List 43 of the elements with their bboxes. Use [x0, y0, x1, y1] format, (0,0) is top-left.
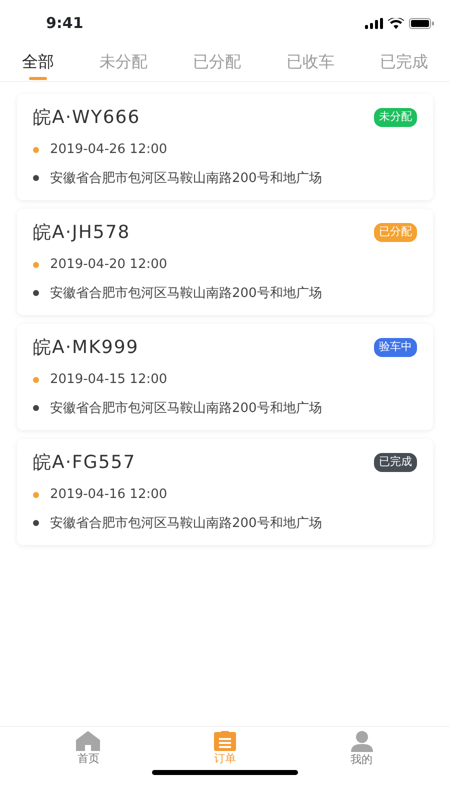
plate-number: 皖A·FG557	[33, 451, 136, 475]
order-card[interactable]: 皖A·JH578 已分配 2019-04-20 12:00 安徽省合肥市包河区马鞍山南路200号和地广场	[17, 209, 433, 315]
signal-icon	[364, 18, 383, 30]
order-address: 安徽省合肥市包河区马鞍山南路200号和地广场	[50, 170, 322, 188]
time-dot-icon	[33, 376, 39, 383]
plate-number: 皖A·MK999	[33, 336, 139, 360]
status-tag: 已分配	[374, 223, 417, 242]
clipboard-icon	[214, 731, 236, 751]
time-dot-icon	[33, 492, 39, 498]
nav-item[interactable]: 订单	[194, 727, 255, 770]
status-tag: 验车中	[374, 338, 417, 357]
wifi-icon	[388, 18, 404, 30]
order-time: 2019-04-16 12:00	[50, 486, 168, 504]
order-address: 安徽省合肥市包河区马鞍山南路200号和地广场	[50, 514, 322, 532]
location-dot-icon	[33, 290, 39, 296]
order-address: 安徽省合肥市包河区马鞍山南路200号和地广场	[50, 284, 322, 302]
order-time: 2019-04-20 12:00	[50, 256, 168, 274]
tab[interactable]: 全部	[22, 38, 54, 78]
tab[interactable]: 已完成	[380, 38, 428, 78]
location-dot-icon	[33, 405, 39, 412]
status-tag: 未分配	[374, 108, 417, 127]
tab[interactable]: 已收车	[286, 38, 334, 78]
tab[interactable]: 已分配	[193, 38, 241, 78]
order-address: 安徽省合肥市包河区马鞍山南路200号和地广场	[50, 400, 322, 418]
location-dot-icon	[33, 175, 39, 182]
order-time: 2019-04-15 12:00	[50, 371, 168, 389]
time-dot-icon	[33, 146, 39, 153]
status-tag: 已完成	[374, 453, 417, 472]
profile-icon	[350, 731, 373, 752]
home-icon	[76, 731, 100, 751]
tab[interactable]: 未分配	[100, 38, 148, 78]
order-card[interactable]: 皖A·FG557 已完成 2019-04-16 12:00 安徽省合肥市包河区马鞍山南路200号和地广场	[17, 439, 433, 545]
nav-item[interactable]: 首页	[58, 727, 118, 770]
location-dot-icon	[33, 520, 39, 526]
time-dot-icon	[33, 262, 39, 268]
order-card[interactable]: 皖A·MK999 验车中 2019-04-15 12:00 安徽省合肥市包河区马鞍山南路200号和地广场	[17, 324, 433, 430]
order-time: 2019-04-26 12:00	[50, 141, 168, 159]
battery-icon	[409, 18, 434, 30]
order-card[interactable]: 皖A·WY666 未分配 2019-04-26 12:00 安徽省合肥市包河区马鞍山南路200号和地广场	[17, 94, 433, 200]
plate-number: 皖A·JH578	[33, 221, 130, 245]
status-time: 9:41	[46, 12, 84, 34]
plate-number: 皖A·WY666	[33, 106, 140, 130]
nav-item[interactable]: 我的	[332, 727, 392, 770]
